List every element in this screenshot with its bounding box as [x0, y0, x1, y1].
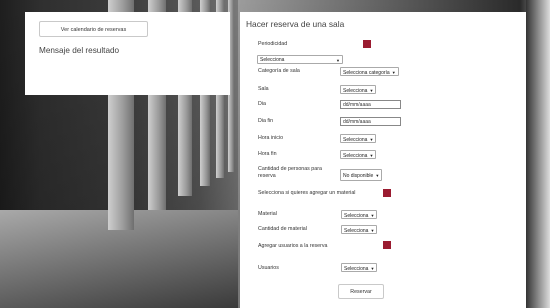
chevron-down-icon: ▼ [370, 213, 375, 218]
hora-fin-select[interactable]: Selecciona ▼ [340, 150, 377, 159]
chevron-down-icon: ▼ [391, 70, 396, 75]
usuarios-select-value: Selecciona [344, 266, 369, 272]
reservar-button[interactable]: Reservar [338, 284, 384, 299]
categoria-select[interactable]: Selecciona categoría ▼ [340, 67, 399, 76]
categoria-label: Categoría de sala [258, 68, 300, 74]
periodicidad-label: Periodicidad [258, 41, 288, 47]
material-label: Material [258, 211, 277, 217]
sala-select-value: Selecciona [343, 88, 368, 94]
hora-fin-select-value: Selecciona [343, 153, 368, 159]
usuarios-select[interactable]: Selecciona ▼ [341, 263, 378, 272]
cantidad-material-label: Cantidad de material [258, 226, 307, 232]
dia-fin-input[interactable]: dd/mm/aaaa [340, 117, 401, 126]
material-checkbox[interactable] [383, 189, 391, 197]
reservation-form: Hacer reserva de una sala Periodicidad S… [240, 12, 526, 308]
hora-fin-label: Hora fin [258, 151, 277, 157]
cantidad-personas-label: Cantidad de personas para reserva [258, 166, 322, 179]
hora-inicio-select-value: Selecciona [343, 137, 368, 143]
cantidad-personas-select-value: No disponible [343, 173, 374, 179]
dia-input[interactable]: dd/mm/aaaa [340, 100, 401, 109]
form-title: Hacer reserva de una sala [246, 19, 345, 29]
result-message: Mensaje del resultado [39, 46, 120, 55]
usuarios-label: Usuarios [258, 265, 279, 271]
categoria-select-value: Selecciona categoría [343, 70, 390, 76]
agregar-usuarios-checkbox[interactable] [383, 241, 391, 249]
periodicidad-select[interactable]: Selecciona ▼ [257, 55, 343, 64]
periodicidad-checkbox[interactable] [363, 40, 371, 48]
periodicidad-select-value: Selecciona [260, 57, 285, 63]
sala-select[interactable]: Selecciona ▼ [340, 85, 377, 94]
sala-label: Sala [258, 86, 269, 92]
chevron-down-icon: ▼ [375, 173, 380, 178]
cantidad-material-select-value: Selecciona [344, 228, 369, 234]
hora-inicio-label: Hora inicio [258, 135, 284, 141]
dia-label: Dia [258, 101, 266, 107]
result-card: Ver calendario de reservas Mensaje del r… [25, 12, 230, 95]
chevron-down-icon: ▼ [336, 58, 340, 63]
chevron-down-icon: ▼ [369, 153, 374, 158]
chevron-down-icon: ▼ [370, 228, 375, 233]
chevron-down-icon: ▼ [369, 88, 374, 93]
background-right-strip [526, 0, 550, 308]
dia-fin-label: Dia fin [258, 118, 274, 124]
view-calendar-button[interactable]: Ver calendario de reservas [39, 21, 148, 37]
material-select[interactable]: Selecciona ▼ [341, 210, 378, 219]
agregar-usuarios-label: Agregar usuarios a la reserva [258, 243, 328, 249]
material-check-label: Selecciona si quieres agregar un materia… [258, 190, 356, 196]
chevron-down-icon: ▼ [370, 266, 375, 271]
hora-inicio-select[interactable]: Selecciona ▼ [340, 134, 377, 143]
material-select-value: Selecciona [344, 213, 369, 219]
chevron-down-icon: ▼ [369, 137, 374, 142]
cantidad-material-select[interactable]: Selecciona ▼ [341, 225, 378, 234]
cantidad-personas-select[interactable]: No disponible ▼ [340, 169, 383, 181]
